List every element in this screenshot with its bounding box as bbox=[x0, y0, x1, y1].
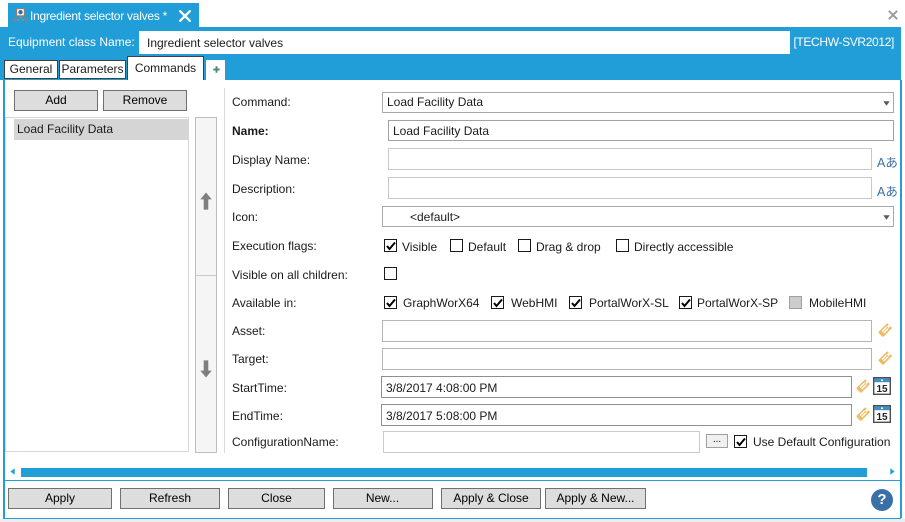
svg-text:15: 15 bbox=[876, 412, 888, 423]
svg-text:15: 15 bbox=[876, 384, 888, 395]
